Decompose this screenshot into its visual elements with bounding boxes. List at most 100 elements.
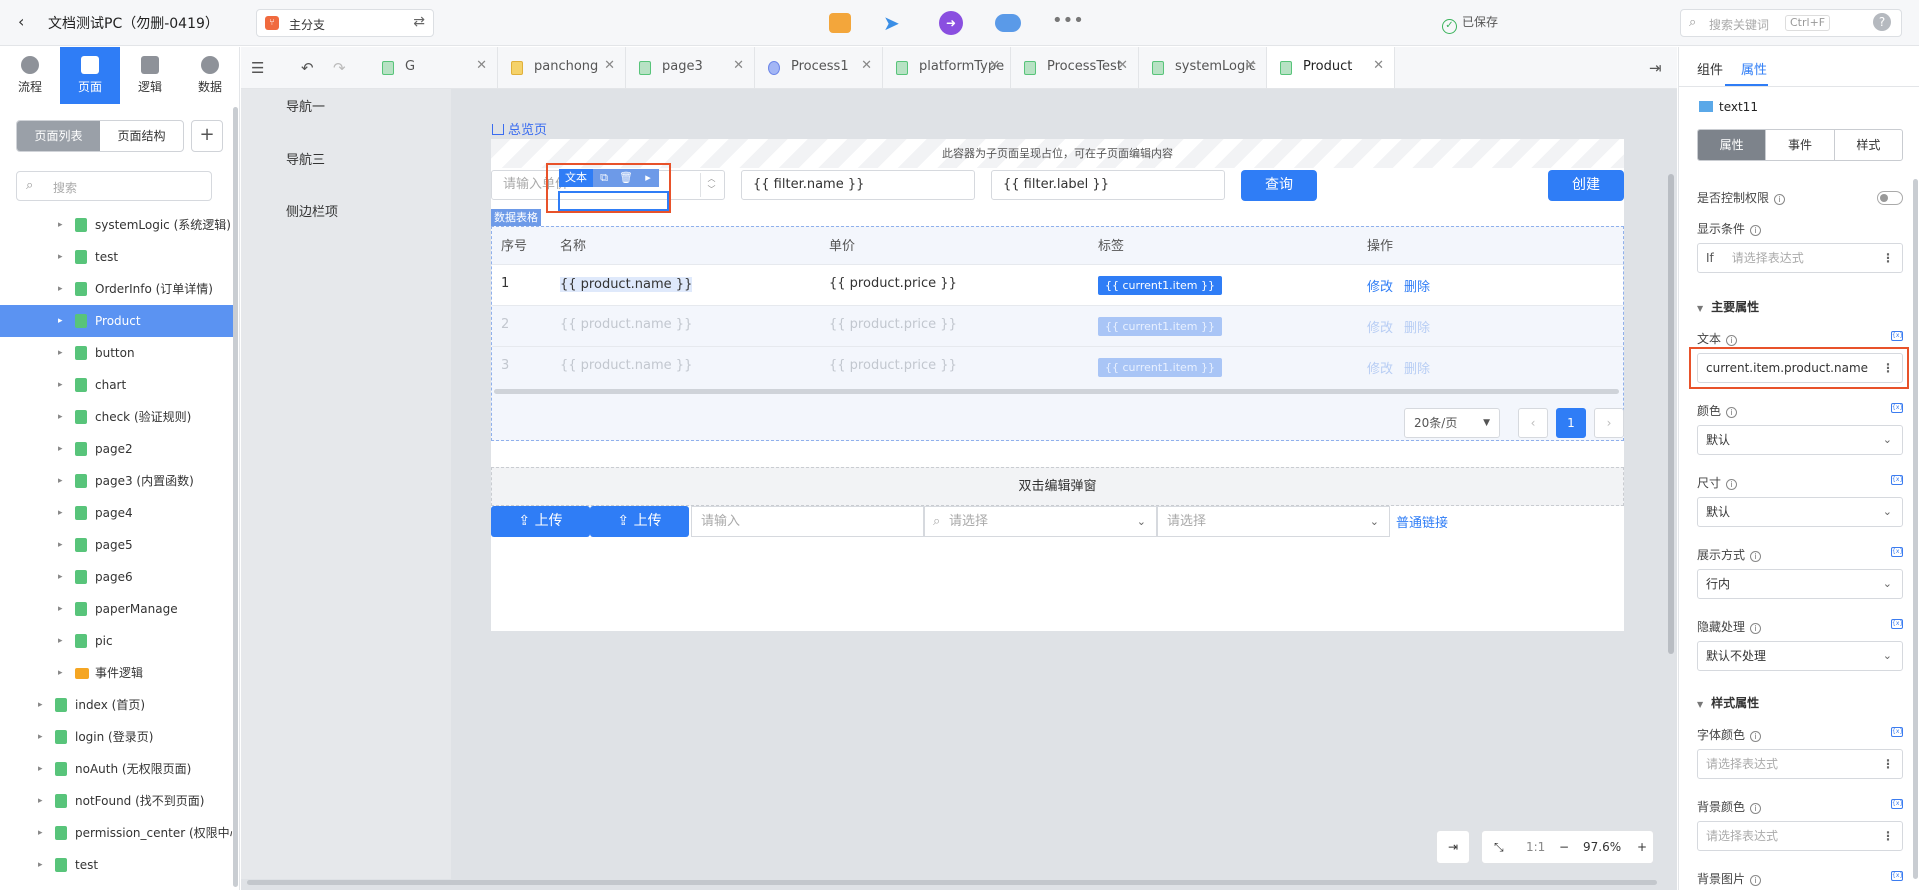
- query-button[interactable]: 查询: [1241, 170, 1317, 201]
- table-row[interactable]: 3 {{ product.name }} {{ product.price }}…: [492, 346, 1623, 387]
- expression-icon[interactable]: {x}: [1891, 547, 1903, 557]
- nav-item-1[interactable]: 导航一: [286, 96, 325, 115]
- tree-item[interactable]: ▸ page5: [0, 529, 236, 561]
- tree-item[interactable]: ▸ test: [0, 849, 236, 881]
- filter-name-input[interactable]: {{ filter.name }}: [741, 170, 975, 200]
- caret-right-icon[interactable]: ▸: [58, 497, 63, 529]
- file-tab[interactable]: panchong ✕: [498, 47, 626, 88]
- nav-item-sidebar[interactable]: 侧边栏项: [286, 201, 338, 220]
- zoom-out-icon[interactable]: −: [1559, 831, 1569, 863]
- file-tab[interactable]: Process1 ✕: [755, 47, 883, 88]
- expression-icon[interactable]: {x}: [1891, 727, 1903, 737]
- edit-link[interactable]: 修改: [1367, 317, 1393, 336]
- expand-panel-icon[interactable]: ⇥: [1649, 59, 1662, 77]
- more-vertical-icon[interactable]: ⋮: [1882, 244, 1894, 272]
- caret-right-icon[interactable]: ▸: [58, 657, 63, 689]
- segment-styles[interactable]: 样式: [1835, 130, 1902, 160]
- segment-events[interactable]: 事件: [1766, 130, 1835, 160]
- file-tab[interactable]: Product ✕: [1267, 47, 1395, 88]
- fit-icon[interactable]: ⇥: [1436, 830, 1470, 864]
- tree-item[interactable]: ▸ notFound (找不到页面): [0, 785, 236, 817]
- tree-item[interactable]: ▸ permission_center (权限中心): [0, 817, 236, 849]
- close-icon[interactable]: ✕: [989, 58, 1000, 73]
- tree-item[interactable]: ▸ test: [0, 241, 236, 273]
- segment-properties[interactable]: 属性: [1698, 130, 1767, 160]
- permission-toggle[interactable]: [1877, 191, 1903, 205]
- caret-right-icon[interactable]: ▸: [58, 305, 63, 337]
- branch-selector[interactable]: ⑂ 主分支 ⇄: [256, 9, 434, 37]
- caret-right-icon[interactable]: ▸: [58, 401, 63, 433]
- caret-right-icon[interactable]: ▸: [38, 721, 43, 753]
- page-list-button[interactable]: 页面列表: [17, 121, 100, 151]
- upload-button[interactable]: ⇪ 上传: [491, 506, 590, 537]
- close-icon[interactable]: ✕: [861, 58, 872, 73]
- expression-icon[interactable]: {x}: [1891, 403, 1903, 413]
- edit-link[interactable]: 修改: [1367, 358, 1393, 377]
- tree-item[interactable]: ▸ Product: [0, 305, 236, 337]
- caret-right-icon[interactable]: ▸: [58, 209, 63, 241]
- expression-icon[interactable]: {x}: [1891, 619, 1903, 629]
- font-color-input[interactable]: 请选择表达式 ⋮: [1697, 749, 1903, 779]
- more-vertical-icon[interactable]: ⋮: [1882, 750, 1894, 778]
- delete-link[interactable]: 删除: [1404, 317, 1430, 336]
- bg-color-input[interactable]: 请选择表达式 ⋮: [1697, 821, 1903, 851]
- add-page-button[interactable]: +: [191, 120, 223, 152]
- expression-icon[interactable]: {x}: [1891, 331, 1903, 341]
- expression-icon[interactable]: {x}: [1891, 799, 1903, 809]
- close-icon[interactable]: ✕: [1245, 58, 1256, 73]
- caret-right-icon[interactable]: ▸: [58, 561, 63, 593]
- canvas-vertical-scrollbar[interactable]: [1668, 174, 1674, 654]
- undo-icon[interactable]: ↶: [301, 59, 314, 77]
- tab-flow[interactable]: 流程: [0, 47, 60, 104]
- caret-right-icon[interactable]: ▸: [58, 625, 63, 657]
- file-tab[interactable]: ProcessTest ✕: [1011, 47, 1139, 88]
- tab-components[interactable]: 组件: [1697, 59, 1723, 78]
- more-vertical-icon[interactable]: ⋮: [1882, 822, 1894, 850]
- size-select[interactable]: 默认 ⌄: [1697, 497, 1903, 527]
- tree-item[interactable]: ▸ page2: [0, 433, 236, 465]
- create-button[interactable]: 创建: [1548, 170, 1624, 201]
- back-icon[interactable]: ‹: [18, 12, 24, 31]
- search-select[interactable]: ⌕ 请选择 ⌄: [924, 506, 1157, 537]
- caret-right-icon[interactable]: ▸: [38, 785, 43, 817]
- delete-link[interactable]: 删除: [1404, 358, 1430, 377]
- close-icon[interactable]: ✕: [604, 58, 615, 73]
- tree-item[interactable]: ▸ index (首页): [0, 689, 236, 721]
- prev-page-button[interactable]: ‹: [1518, 408, 1548, 438]
- tree-item[interactable]: ▸ page4: [0, 497, 236, 529]
- left-scrollbar[interactable]: [233, 107, 238, 887]
- tree-item[interactable]: ▸ page6: [0, 561, 236, 593]
- hidden-select[interactable]: 默认不处理 ⌄: [1697, 641, 1903, 671]
- filter-label-input[interactable]: {{ filter.label }}: [991, 170, 1225, 200]
- tab-logic[interactable]: 逻辑: [120, 47, 180, 104]
- row-name[interactable]: {{ product.name }}: [560, 277, 693, 292]
- tree-item[interactable]: ▸ login (登录页): [0, 721, 236, 753]
- file-tab[interactable]: G ✕: [369, 47, 498, 88]
- tab-properties[interactable]: 属性: [1741, 59, 1767, 78]
- normal-link[interactable]: 普通链接: [1396, 512, 1448, 531]
- page-search-input[interactable]: ⌕ 搜索: [16, 171, 212, 201]
- data-table[interactable]: 序号 名称 单价 标签 操作 1 {{ product.name }} {{ p…: [491, 226, 1624, 441]
- tree-item[interactable]: ▸ noAuth (无权限页面): [0, 753, 236, 785]
- caret-right-icon[interactable]: ▸: [38, 849, 43, 881]
- help-icon[interactable]: ?: [1873, 13, 1891, 31]
- page-structure-button[interactable]: 页面结构: [100, 121, 183, 151]
- page-size-select[interactable]: 20条/页 ▼: [1404, 408, 1500, 438]
- canvas-horizontal-scrollbar[interactable]: [247, 880, 1657, 885]
- file-tab[interactable]: platformType ✕: [883, 47, 1011, 88]
- text-input[interactable]: 请输入: [691, 506, 924, 537]
- collapse-sidebar-icon[interactable]: ☰: [251, 59, 264, 77]
- stepper-icon[interactable]: ︿ ﹀: [700, 173, 722, 197]
- file-tab[interactable]: page3 ✕: [626, 47, 755, 88]
- tree-item[interactable]: ▸ 事件逻辑: [0, 657, 236, 689]
- next-page-button[interactable]: ›: [1594, 408, 1624, 438]
- caret-right-icon[interactable]: ▸: [38, 817, 43, 849]
- table-row[interactable]: 1 {{ product.name }} {{ product.price }}…: [492, 264, 1623, 305]
- table-row[interactable]: 2 {{ product.name }} {{ product.price }}…: [492, 305, 1623, 346]
- redo-icon[interactable]: ↷: [333, 59, 346, 77]
- caret-right-icon[interactable]: ▸: [58, 273, 63, 305]
- properties-scrollbar[interactable]: [1913, 179, 1918, 879]
- file-tab[interactable]: systemLogic ✕: [1139, 47, 1267, 88]
- tree-item[interactable]: ▸ check (验证规则): [0, 401, 236, 433]
- tree-item[interactable]: ▸ systemLogic (系统逻辑): [0, 209, 236, 241]
